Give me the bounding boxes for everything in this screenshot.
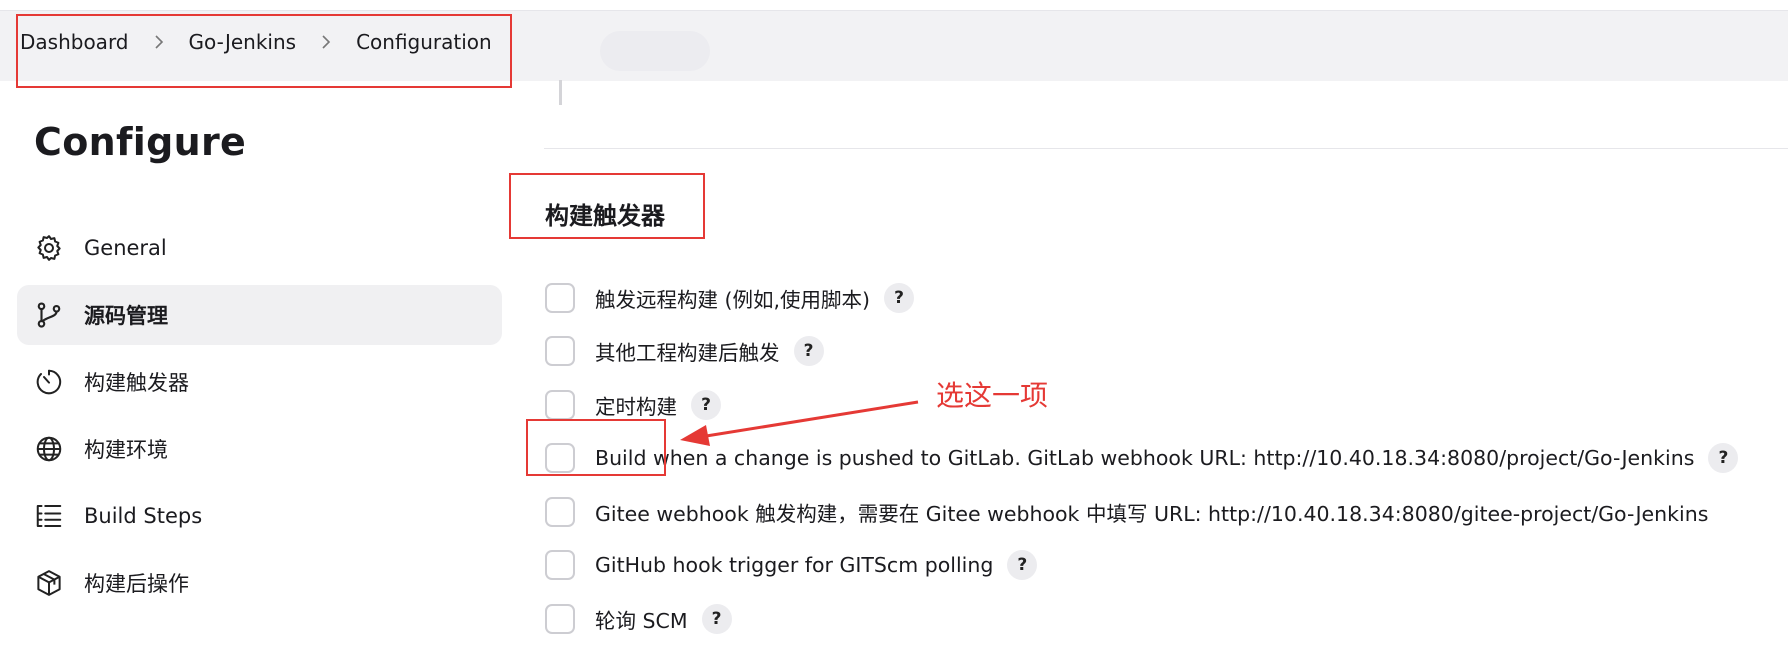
timer-icon [32,365,66,399]
collapsed-section-rule [559,80,562,105]
trigger-option-remote-build: 触发远程构建 (例如,使用脚本) ? [545,271,1738,325]
sidebar-item-label: 构建触发器 [84,371,189,395]
highlight-box-breadcrumb [16,14,512,88]
trigger-after-other-checkbox[interactable] [545,336,575,367]
trigger-option-label: GitHub hook trigger for GITScm polling [595,553,994,578]
section-divider [544,148,1788,149]
sidebar: General 源码管理 构建触发器 构建环境 Build Steps 构建后操… [17,218,502,620]
trigger-option-label: Build when a change is pushed to GitLab.… [595,446,1695,471]
trigger-option-gitlab-push: Build when a change is pushed to GitLab.… [545,432,1739,486]
trigger-option-periodic-build: 定时构建 ? [545,378,1738,432]
trigger-poll-scm-checkbox[interactable] [545,603,575,634]
highlight-box-gitlab-checkbox [526,419,666,476]
jenkins-configure-page: Dashboard Go-Jenkins Configuration Confi… [0,0,1788,660]
sidebar-item-build-triggers[interactable]: 构建触发器 [17,352,502,412]
highlight-box-section-title [509,173,705,239]
sidebar-item-build-environment[interactable]: 构建环境 [17,419,502,479]
help-icon[interactable]: ? [691,389,721,420]
page-title: Configure [34,120,247,164]
help-icon[interactable]: ? [793,336,824,367]
list-steps-icon [32,499,66,533]
trigger-option-after-other-projects: 其他工程构建后触发 ? [545,325,1738,379]
sidebar-item-label: 构建后操作 [84,572,189,596]
help-icon[interactable]: ? [1007,550,1038,581]
trigger-github-checkbox[interactable] [545,550,575,581]
trigger-remote-checkbox[interactable] [545,282,575,313]
build-trigger-options: 触发远程构建 (例如,使用脚本) ? 其他工程构建后触发 ? 定时构建 ? Bu… [545,271,1739,646]
sidebar-item-label: 构建环境 [84,438,168,462]
trigger-periodic-checkbox[interactable] [545,389,575,420]
sidebar-item-label: Build Steps [84,504,203,528]
trigger-option-gitee-webhook: Gitee webhook 触发构建，需要在 Gitee webhook 中填写… [545,485,1738,539]
trigger-option-poll-scm: 轮询 SCM ? [545,592,1738,646]
package-icon [32,566,66,600]
git-branch-icon [32,298,66,332]
trigger-option-label: 定时构建 [595,394,677,419]
blurred-element [600,31,710,71]
sidebar-item-label: 源码管理 [84,304,168,328]
sidebar-item-post-build-actions[interactable]: 构建后操作 [17,553,502,613]
sidebar-item-label: General [84,236,167,260]
sidebar-item-build-steps[interactable]: Build Steps [17,486,502,546]
annotation-label: 选这一项 [936,379,1049,412]
trigger-option-github-hook: GitHub hook trigger for GITScm polling ? [545,539,1738,593]
help-icon[interactable]: ? [701,603,732,634]
globe-icon [32,432,66,466]
trigger-option-label: 触发远程构建 (例如,使用脚本) [595,287,871,312]
trigger-option-label: Gitee webhook 触发构建，需要在 Gitee webhook 中填写… [595,501,1709,526]
sidebar-item-source-code-management[interactable]: 源码管理 [17,285,502,345]
help-icon[interactable]: ? [884,282,915,313]
trigger-option-label: 其他工程构建后触发 [595,341,780,366]
sidebar-item-general[interactable]: General [17,218,502,278]
trigger-gitee-checkbox[interactable] [545,496,575,527]
gear-icon [32,231,66,265]
help-icon[interactable]: ? [1708,443,1739,474]
trigger-option-label: 轮询 SCM [595,608,688,633]
